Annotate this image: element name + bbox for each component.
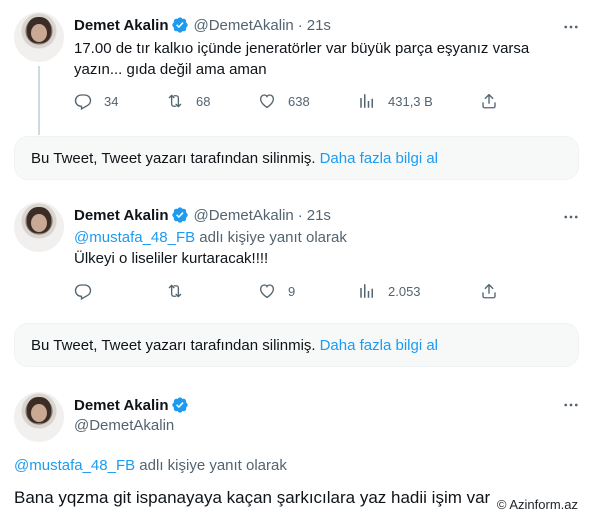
verified-badge-icon — [171, 16, 189, 34]
author-handle[interactable]: @DemetAkalin — [193, 207, 293, 224]
author-name[interactable]: Demet Akalin — [74, 397, 168, 414]
reply-count: 34 — [104, 93, 119, 109]
reply-context-text: adlı kişiye yanıt olarak — [199, 229, 347, 246]
tweet-text: 17.00 de tır kalkıo içünde jeneratörler … — [74, 38, 529, 80]
reply-context: @mustafa_48_FB adlı kişiye yanıt olarak — [74, 227, 347, 248]
retweet-button[interactable]: 68 — [166, 92, 210, 110]
separator-dot: · — [297, 206, 303, 224]
views-icon — [358, 92, 376, 110]
more-icon[interactable] — [562, 18, 580, 36]
author-name[interactable]: Demet Akalin — [74, 207, 168, 224]
like-button[interactable]: 638 — [258, 92, 310, 110]
thread-line — [38, 66, 40, 135]
avatar[interactable] — [14, 392, 64, 442]
reply-button[interactable]: 34 — [74, 92, 118, 110]
share-icon — [480, 92, 498, 110]
reply-icon — [74, 282, 92, 300]
tweet-text: Ülkeyi o liseliler kurtaracak!!!! — [74, 250, 269, 267]
retweet-icon — [166, 92, 184, 110]
timestamp[interactable]: 21s — [307, 17, 331, 34]
views-count: 431,3 B — [388, 93, 433, 109]
deleted-tweet-notice: Bu Tweet, Tweet yazarı tarafından silinm… — [14, 323, 579, 367]
views-button[interactable]: 431,3 B — [358, 92, 433, 110]
like-button[interactable]: 9 — [258, 282, 295, 300]
share-button[interactable] — [480, 92, 498, 110]
verified-badge-icon — [171, 396, 189, 414]
mention-link[interactable]: @mustafa_48_FB — [14, 457, 135, 474]
tweet-header: Demet Akalin — [74, 396, 193, 414]
like-count: 9 — [288, 283, 296, 299]
views-count: 2.053 — [388, 283, 421, 299]
tweet-text-line: 17.00 de tır kalkıo içünde jeneratörler … — [74, 40, 530, 57]
learn-more-link[interactable]: Daha fazla bilgi al — [320, 337, 438, 354]
tweet-text-line: yazın... gıda değil ama aman — [74, 61, 267, 78]
deleted-notice-text: Bu Tweet, Tweet yazarı tarafından silinm… — [31, 149, 316, 167]
tweet-1[interactable]: Demet Akalin @DemetAkalin · 21s 17.00 de… — [0, 0, 592, 135]
retweet-icon — [166, 282, 184, 300]
avatar[interactable] — [14, 202, 64, 252]
like-icon — [258, 92, 276, 110]
avatar[interactable] — [14, 12, 64, 62]
retweet-count: 68 — [196, 93, 211, 109]
deleted-tweet-notice: Bu Tweet, Tweet yazarı tarafından silinm… — [14, 136, 579, 180]
watermark: © Azinform.az — [494, 497, 580, 512]
share-button[interactable] — [480, 282, 498, 300]
retweet-button[interactable] — [166, 282, 196, 300]
like-count: 638 — [288, 93, 310, 109]
author-name[interactable]: Demet Akalin — [74, 17, 168, 34]
reply-context-text: adlı kişiye yanıt olarak — [139, 457, 287, 474]
reply-button[interactable] — [74, 282, 104, 300]
more-icon[interactable] — [562, 208, 580, 226]
deleted-notice-text: Bu Tweet, Tweet yazarı tarafından silinm… — [31, 336, 316, 354]
views-icon — [358, 282, 376, 300]
tweet-header: Demet Akalin @DemetAkalin · 21s — [74, 16, 331, 34]
author-handle-row: @DemetAkalin — [74, 417, 174, 434]
author-handle[interactable]: @DemetAkalin — [193, 17, 293, 34]
mention-link[interactable]: @mustafa_48_FB — [74, 229, 195, 246]
author-handle[interactable]: @DemetAkalin — [74, 417, 174, 434]
more-icon[interactable] — [562, 396, 580, 414]
learn-more-link[interactable]: Daha fazla bilgi al — [320, 150, 438, 167]
reply-context: @mustafa_48_FB adlı kişiye yanıt olarak — [14, 455, 287, 476]
share-icon — [480, 282, 498, 300]
timestamp[interactable]: 21s — [307, 207, 331, 224]
separator-dot: · — [297, 16, 303, 34]
verified-badge-icon — [171, 206, 189, 224]
like-icon — [258, 282, 276, 300]
views-button[interactable]: 2.053 — [358, 282, 421, 300]
tweet-text: Bana yqzma git ispanayaya kaçan şarkıcıl… — [14, 488, 491, 507]
reply-icon — [74, 92, 92, 110]
tweet-header: Demet Akalin @DemetAkalin · 21s — [74, 206, 331, 224]
tweet-2[interactable]: Demet Akalin @DemetAkalin · 21s @mustafa… — [0, 190, 592, 325]
